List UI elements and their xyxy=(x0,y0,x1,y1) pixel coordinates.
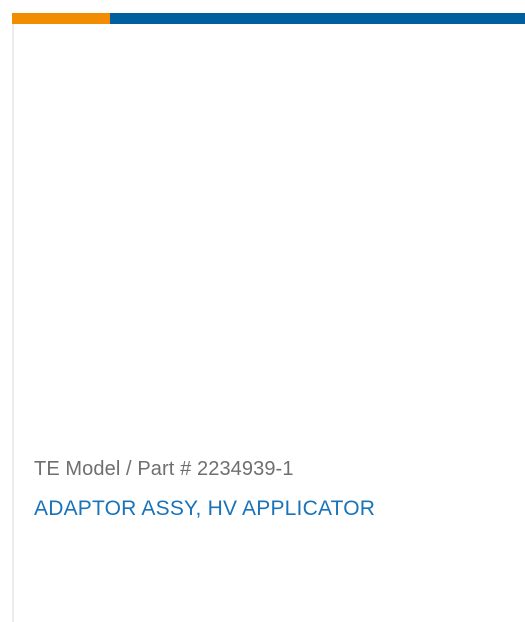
product-title[interactable]: ADAPTOR ASSY, HV APPLICATOR xyxy=(34,496,514,522)
brand-accent-bar xyxy=(12,13,525,24)
part-number: 2234939-1 xyxy=(197,458,294,480)
model-part-label: TE Model / Part # xyxy=(34,458,192,480)
left-divider xyxy=(12,24,14,622)
accent-bar-orange-segment xyxy=(12,13,110,24)
product-info: TE Model / Part # 2234939-1 ADAPTOR ASSY… xyxy=(34,456,514,522)
model-part-line: TE Model / Part # 2234939-1 xyxy=(34,456,514,482)
accent-bar-blue-segment xyxy=(110,13,525,24)
